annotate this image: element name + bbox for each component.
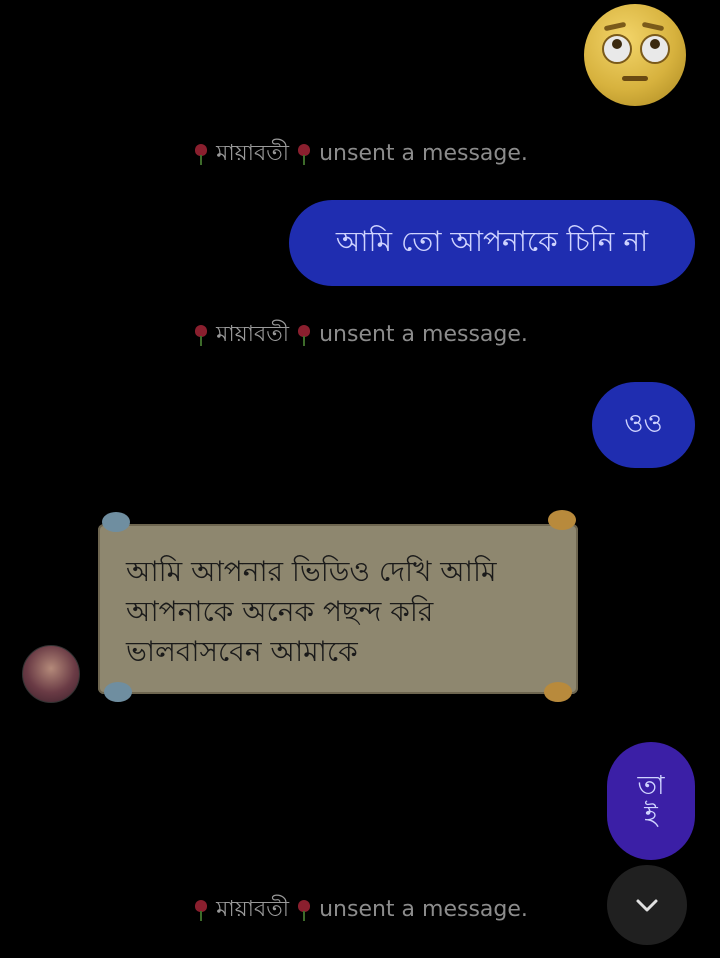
message-text-line: ই — [644, 801, 658, 831]
outgoing-message-bubble[interactable]: তা ই — [607, 742, 695, 860]
card-line: ভালবাসবেন আমাকে — [126, 635, 358, 668]
unsent-text: unsent a message. — [319, 897, 528, 922]
message-text-line: তা — [637, 771, 665, 801]
sender-name: মায়াবতী — [216, 897, 290, 922]
sender-name: মায়াবতী — [216, 322, 290, 347]
outgoing-message-bubble[interactable]: ওও — [592, 382, 695, 468]
paw-decoration-icon — [544, 682, 572, 702]
unsent-notice: মায়াবতী unsent a message. — [0, 139, 720, 169]
message-text: আমি তো আপনাকে চিনি না — [335, 224, 649, 258]
cat-decoration-icon — [548, 510, 576, 530]
rose-icon — [192, 323, 210, 347]
unsent-notice: মায়াবতী unsent a message. — [0, 320, 720, 350]
sender-name: মায়াবতী — [216, 141, 290, 166]
cloud-decoration-icon — [102, 512, 130, 532]
rose-icon — [192, 142, 210, 166]
chevron-down-icon — [636, 899, 658, 912]
rose-icon — [295, 898, 313, 922]
message-text: ওও — [624, 409, 663, 439]
paw-decoration-icon — [104, 682, 132, 702]
incoming-message-card[interactable]: আমি আপনার ভিডিও দেখি আমি আপনাকে অনেক পছন… — [98, 510, 578, 702]
unsent-text: unsent a message. — [319, 141, 528, 166]
card-line: আমি আপনার ভিডিও দেখি আমি — [126, 555, 497, 588]
rose-icon — [295, 142, 313, 166]
eye-roll-emoji-icon — [584, 4, 686, 106]
card-message-text: আমি আপনার ভিডিও দেখি আমি আপনাকে অনেক পছন… — [126, 552, 556, 672]
rose-icon — [295, 323, 313, 347]
outgoing-message-bubble[interactable]: আমি তো আপনাকে চিনি না — [289, 200, 695, 286]
unsent-text: unsent a message. — [319, 322, 528, 347]
contact-avatar[interactable] — [22, 645, 80, 703]
scroll-to-bottom-button[interactable] — [607, 865, 687, 945]
rose-icon — [192, 898, 210, 922]
card-line: আপনাকে অনেক পছন্দ করি — [126, 595, 434, 628]
